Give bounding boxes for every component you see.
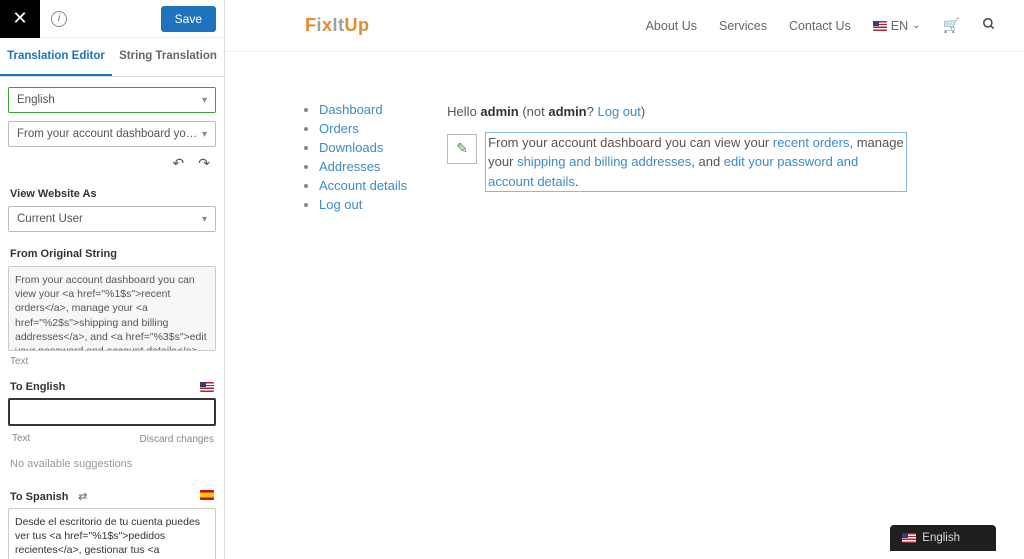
dashboard-text[interactable]: From your account dashboard you can view…: [485, 132, 907, 193]
dashboard-text-box: ✎ From your account dashboard you can vi…: [447, 132, 907, 193]
edit-icon[interactable]: ✎: [447, 134, 477, 164]
discard-english[interactable]: Discard changes: [140, 434, 214, 445]
from-original-type: Text: [8, 354, 216, 371]
chevron-down-icon: ▾: [202, 129, 207, 140]
nav-arrows: ↶ ↷: [8, 155, 216, 180]
copy-icon[interactable]: ⇄: [78, 491, 87, 503]
site-logo[interactable]: FixItUp: [305, 15, 370, 36]
nav-lang-label: EN: [891, 19, 908, 33]
flag-es-icon: [200, 490, 214, 500]
list-item: Account details: [319, 178, 407, 193]
to-spanish-label: To Spanish: [10, 491, 68, 503]
view-as-label: View Website As: [8, 180, 216, 206]
nav-services[interactable]: Services: [719, 19, 767, 33]
no-suggestions: No available suggestions: [8, 454, 216, 478]
search-icon[interactable]: [982, 17, 996, 34]
view-as-value: Current User: [17, 213, 202, 225]
addresses-link[interactable]: shipping and billing addresses: [517, 154, 691, 169]
cart-icon[interactable]: 🛒: [943, 17, 960, 34]
to-english-label: To English: [10, 381, 65, 393]
panel-tabs: Translation Editor String Translation: [0, 38, 224, 77]
to-spanish-row: To Spanish ⇄: [8, 478, 216, 508]
translation-panel: ✕ i Save Translation Editor String Trans…: [0, 0, 225, 559]
chevron-down-icon: ▾: [202, 214, 207, 225]
flag-us-icon: [902, 533, 916, 543]
dashboard-main: Hello admin (not admin? Log out) ✎ From …: [447, 102, 907, 216]
menu-addresses[interactable]: Addresses: [319, 159, 380, 174]
to-english-row: To English: [8, 371, 216, 398]
floating-language-switcher[interactable]: English: [890, 525, 996, 551]
to-english-type: Text: [10, 431, 32, 448]
account-menu: Dashboard Orders Downloads Addresses Acc…: [305, 102, 407, 216]
from-original-label: From Original String: [8, 240, 216, 266]
nav-language[interactable]: EN ⌄: [873, 19, 921, 33]
recent-orders-link[interactable]: recent orders: [773, 135, 850, 150]
menu-account-details[interactable]: Account details: [319, 178, 407, 193]
language-select-value: English: [17, 94, 202, 106]
hello-text: Hello admin (not admin? Log out): [447, 102, 907, 122]
panel-body: English ▾ From your account dashboard yo…: [0, 77, 224, 559]
flag-us-icon: [873, 21, 887, 31]
to-english-textarea[interactable]: [8, 398, 216, 426]
site-nav: About Us Services Contact Us EN ⌄ 🛒: [646, 17, 996, 34]
site-content: Dashboard Orders Downloads Addresses Acc…: [225, 52, 1024, 236]
menu-downloads[interactable]: Downloads: [319, 140, 383, 155]
tab-string-translation[interactable]: String Translation: [112, 38, 224, 76]
from-original-textarea: From your account dashboard you can view…: [8, 266, 216, 351]
list-item: Log out: [319, 197, 407, 212]
language-select[interactable]: English ▾: [8, 87, 216, 113]
info-icon[interactable]: i: [40, 11, 78, 27]
nav-about[interactable]: About Us: [646, 19, 697, 33]
menu-dashboard[interactable]: Dashboard: [319, 102, 383, 117]
close-button[interactable]: ✕: [0, 0, 40, 38]
float-lang-label: English: [922, 532, 960, 544]
chevron-down-icon: ▾: [202, 95, 207, 106]
menu-orders[interactable]: Orders: [319, 121, 359, 136]
site-preview: FixItUp About Us Services Contact Us EN …: [225, 0, 1024, 559]
panel-topbar: ✕ i Save: [0, 0, 224, 38]
tab-translation-editor[interactable]: Translation Editor: [0, 38, 112, 76]
redo-icon[interactable]: ↷: [198, 155, 210, 172]
to-spanish-textarea[interactable]: Desde el escritorio de tu cuenta puedes …: [8, 508, 216, 559]
list-item: Addresses: [319, 159, 407, 174]
list-item: Dashboard: [319, 102, 407, 117]
flag-us-icon: [200, 382, 214, 392]
site-header: FixItUp About Us Services Contact Us EN …: [225, 0, 1024, 52]
menu-logout[interactable]: Log out: [319, 197, 362, 212]
list-item: Orders: [319, 121, 407, 136]
undo-icon[interactable]: ↶: [173, 155, 185, 172]
list-item: Downloads: [319, 140, 407, 155]
string-select-value: From your account dashboard you can view…: [17, 128, 202, 140]
chevron-down-icon: ⌄: [912, 20, 920, 31]
view-as-select[interactable]: Current User ▾: [8, 206, 216, 232]
logout-link[interactable]: Log out: [597, 104, 640, 119]
string-select[interactable]: From your account dashboard you can view…: [8, 121, 216, 147]
nav-contact[interactable]: Contact Us: [789, 19, 851, 33]
save-button[interactable]: Save: [161, 6, 216, 32]
